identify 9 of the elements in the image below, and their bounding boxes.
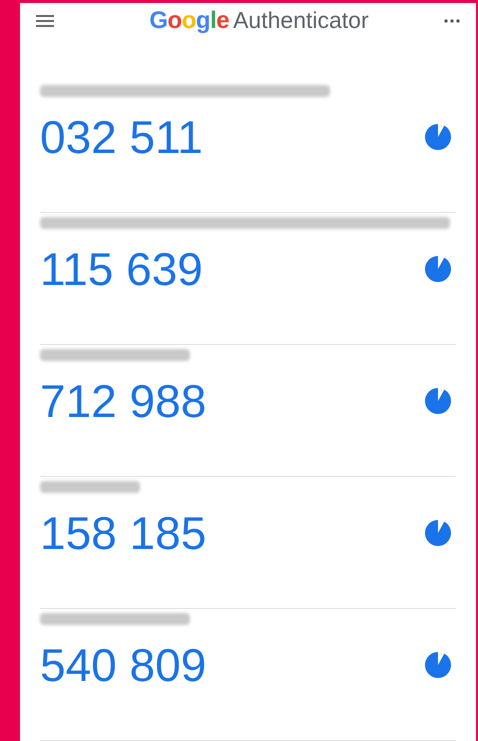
logo-wordmark: Google <box>149 6 230 36</box>
app-title: Authenticator <box>233 6 369 35</box>
code[interactable]: 115 639 <box>40 243 203 295</box>
more-icon[interactable] <box>444 19 460 23</box>
code[interactable]: 540 809 <box>40 639 206 691</box>
code[interactable]: 712 988 <box>40 375 206 427</box>
menu-icon[interactable] <box>36 14 54 28</box>
code[interactable]: 032 511 <box>40 111 203 163</box>
code[interactable]: 158 185 <box>40 507 206 559</box>
